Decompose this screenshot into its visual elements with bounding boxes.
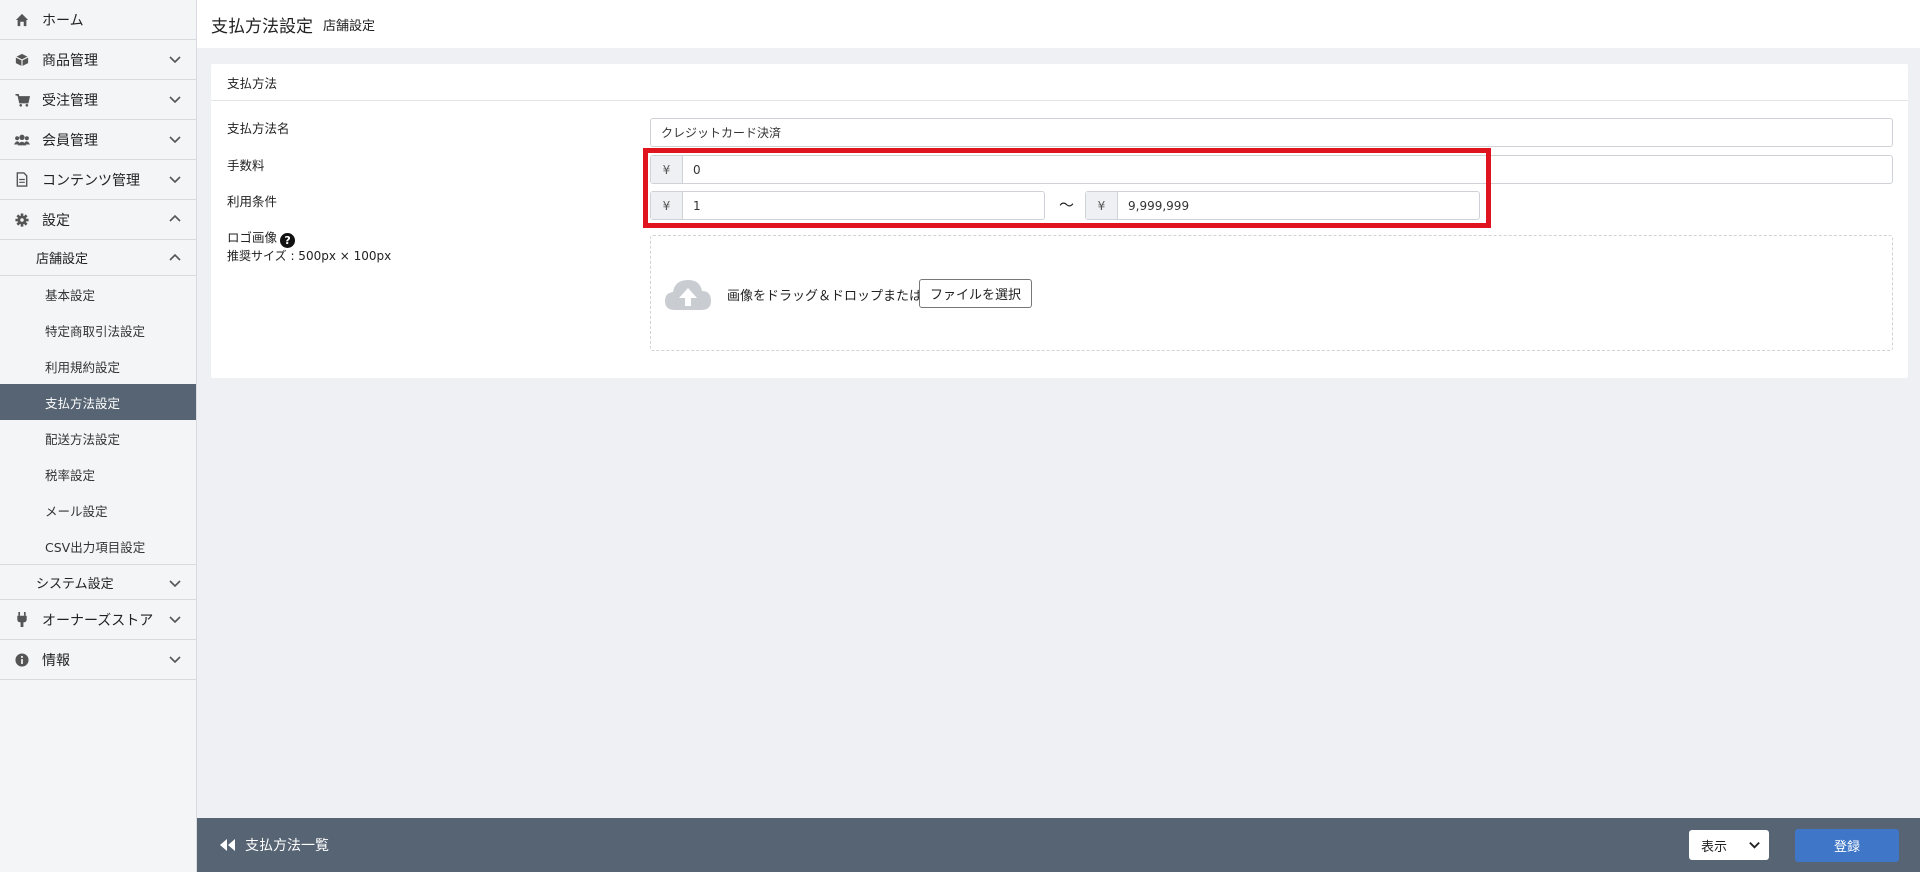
logo-size-hint: 推奨サイズ : 500px × 100px [227,249,392,263]
chevron-down-icon [169,656,181,664]
sidebar-item-system-settings[interactable]: システム設定 [0,564,196,600]
cube-icon [14,52,30,68]
info-icon [14,652,30,668]
chevron-down-icon [169,616,181,624]
chevron-down-icon [169,56,181,64]
yen-addon: ¥ [651,192,683,219]
sidebar-item-label: 店舗設定 [36,252,89,267]
users-icon [14,132,30,148]
sidebar-item-orders[interactable]: 受注管理 [0,80,196,120]
payment-name-label: 支払方法名 [227,121,290,136]
sidebar-item-csv-settings[interactable]: CSV出力項目設定 [0,528,196,564]
choose-file-button[interactable]: ファイルを選択 [919,279,1033,308]
page-header: 支払方法設定 店舗設定 [197,0,1920,48]
sidebar-item-label: ホーム [42,12,84,29]
logo-image-label: ロゴ画像? [227,227,296,248]
chevron-down-icon [169,176,181,184]
page-subtitle: 店舗設定 [323,18,376,34]
fee-value: 0 [693,162,701,177]
double-chevron-left-icon [220,839,235,851]
chevron-down-icon [169,580,181,588]
payment-name-value: クレジットカード決済 [661,126,782,140]
min-amount-input[interactable]: ¥ 1 [650,191,1045,220]
cloud-upload-icon [665,280,711,310]
condition-label: 利用条件 [227,194,278,209]
sidebar-item-label: システム設定 [36,576,114,592]
yen-addon: ¥ [1086,192,1118,219]
gear-icon [14,212,30,228]
sidebar-item-tradelaw-settings[interactable]: 特定商取引法設定 [0,312,196,348]
card-heading: 支払方法 [211,64,1908,101]
sidebar-item-label: コンテンツ管理 [42,172,140,189]
home-icon [14,12,30,28]
visibility-value: 表示 [1701,839,1728,855]
max-amount-value: 9,999,999 [1128,198,1190,213]
document-icon [14,172,30,188]
back-label: 支払方法一覧 [245,838,329,854]
sidebar-item-delivery-settings[interactable]: 配送方法設定 [0,420,196,456]
sidebar-item-terms-settings[interactable]: 利用規約設定 [0,348,196,384]
drop-instruction: 画像をドラッグ＆ドロップまたは [727,289,923,304]
sidebar: ホーム 商品管理 受注管理 会員管理 コンテンツ管理 設定 店舗設定 基本設定 … [0,0,197,872]
chevron-down-icon [169,96,181,104]
sidebar-item-settings[interactable]: 設定 [0,200,196,240]
register-button[interactable]: 登録 [1795,829,1899,862]
sidebar-item-tax-settings[interactable]: 税率設定 [0,456,196,492]
sidebar-item-label: 情報 [42,652,70,669]
sidebar-item-home[interactable]: ホーム [0,0,196,40]
image-drop-zone[interactable]: 画像をドラッグ＆ドロップまたは ファイルを選択 [650,235,1893,351]
chevron-up-icon [169,214,181,222]
sidebar-item-label: オーナーズストア [42,612,154,629]
visibility-select[interactable]: 表示 [1689,830,1769,860]
page-title: 支払方法設定 [211,16,313,37]
help-icon[interactable]: ? [280,233,296,248]
min-amount-value: 1 [693,198,701,213]
logo-image-label-text: ロゴ画像 [227,230,278,245]
sidebar-item-label: 会員管理 [42,132,98,149]
yen-addon: ¥ [651,156,683,183]
sidebar-item-info[interactable]: 情報 [0,640,196,680]
payment-method-card: 支払方法 支払方法名 クレジットカード決済 手数料 ¥ 0 利用条件 ¥ 1 〜… [211,64,1908,378]
chevron-down-icon [1749,841,1760,849]
sidebar-item-store-settings[interactable]: 店舗設定 [0,240,196,276]
sidebar-item-products[interactable]: 商品管理 [0,40,196,80]
payment-name-input[interactable]: クレジットカード決済 [650,118,1893,147]
sidebar-item-label: 受注管理 [42,92,98,109]
footer-bar: 支払方法一覧 表示 登録 [197,818,1920,872]
max-amount-input[interactable]: ¥ 9,999,999 [1085,191,1480,220]
sidebar-item-mail-settings[interactable]: メール設定 [0,492,196,528]
chevron-up-icon [169,253,181,261]
sidebar-item-label: 設定 [42,212,70,229]
sidebar-item-members[interactable]: 会員管理 [0,120,196,160]
fee-input[interactable]: ¥ 0 [650,155,1893,184]
fee-label: 手数料 [227,158,265,173]
cart-icon [14,92,30,108]
plug-icon [14,612,30,628]
sidebar-item-payment-settings[interactable]: 支払方法設定 [0,384,196,420]
chevron-down-icon [169,136,181,144]
sidebar-item-owners-store[interactable]: オーナーズストア [0,600,196,640]
sidebar-item-contents[interactable]: コンテンツ管理 [0,160,196,200]
sidebar-item-basic-settings[interactable]: 基本設定 [0,276,196,312]
sidebar-item-label: 商品管理 [42,52,98,69]
range-separator: 〜 [1059,196,1075,214]
back-to-list-link[interactable]: 支払方法一覧 [219,835,329,855]
